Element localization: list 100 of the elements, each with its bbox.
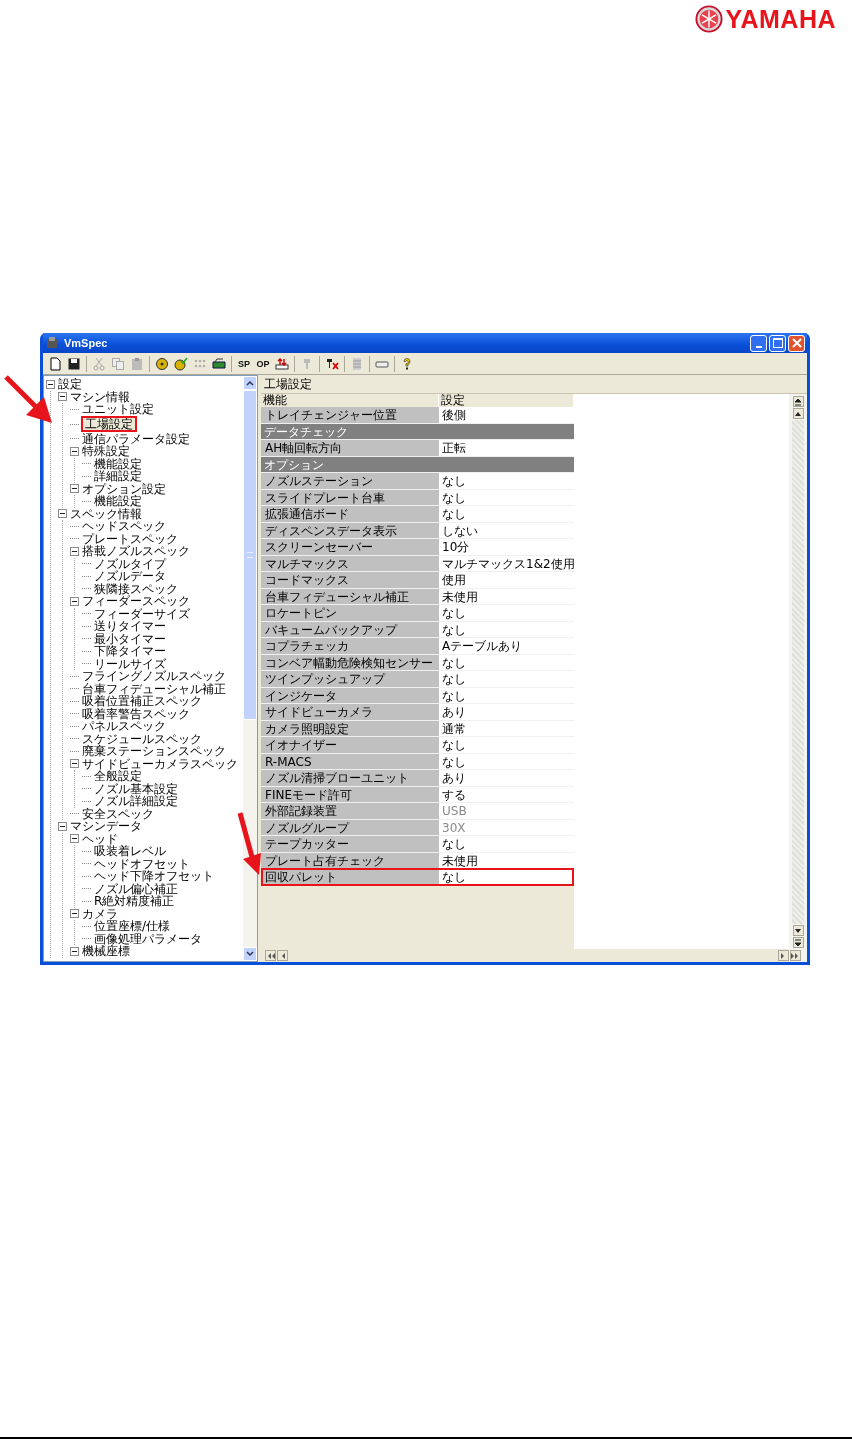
tree-item[interactable]: 機能設定 [93, 495, 143, 508]
tree-item[interactable]: 機能設定 [93, 457, 143, 470]
setting-name: AH軸回転方向 [261, 440, 439, 456]
tree-item[interactable]: 搭載ノズルスペック [81, 545, 191, 558]
setting-value[interactable]: Aテーブルあり [439, 638, 574, 654]
tree-item[interactable]: フライングノズルスペック [81, 670, 227, 683]
collapse-icon[interactable] [70, 484, 79, 494]
tree-item[interactable]: 画像処理パラメータ [93, 932, 203, 945]
tree-item[interactable]: 位置座標/仕様 [93, 920, 172, 933]
setting-value[interactable]: 正転 [439, 440, 574, 456]
tree-item[interactable]: 最小タイマー [93, 632, 167, 645]
tree-item[interactable]: 詳細設定 [93, 470, 143, 483]
scroll-down-icon[interactable] [792, 925, 804, 936]
tree-item[interactable]: スケジュールスペック [81, 732, 203, 745]
app-icon [45, 336, 59, 350]
collapse-icon[interactable] [70, 546, 79, 556]
maximize-button[interactable] [769, 334, 786, 352]
pointer-arrow [237, 811, 263, 877]
tree-item[interactable]: R絶対精度補正 [93, 895, 176, 908]
tree-item[interactable]: フィーダーサイズ [93, 607, 191, 620]
toolbar-button[interactable]: SP [235, 354, 253, 373]
collapse-icon[interactable] [70, 834, 79, 844]
tree-item[interactable]: 狭隣接スペック [93, 582, 179, 595]
setting-value[interactable]: なし [439, 737, 574, 753]
tree-item[interactable]: 送りタイマー [93, 620, 167, 633]
tree-item[interactable]: リールサイズ [93, 657, 167, 670]
setting-value[interactable]: なし [439, 836, 574, 852]
tree-item[interactable]: ノズル偏心補正 [93, 882, 179, 895]
scrollbar[interactable] [792, 420, 804, 924]
setting-name: イオナイザー [261, 737, 439, 753]
tree-item[interactable]: ノズル詳細設定 [93, 795, 179, 808]
scroll-thumb[interactable] [243, 390, 257, 720]
tree-item[interactable]: オプション設定 [81, 482, 167, 495]
setting-value[interactable]: 使用 [439, 572, 574, 588]
tree-item[interactable]: フィーダースペック [81, 595, 191, 608]
setting-name: サイドビューカメラ [261, 704, 439, 720]
tree-item[interactable]: 台車フィデューシャル補正 [81, 682, 227, 695]
tree-item[interactable]: 設定 [57, 378, 83, 391]
collapse-icon[interactable] [70, 759, 79, 769]
tree-item[interactable]: マシン情報 [69, 390, 131, 403]
scroll-up-icon[interactable] [792, 408, 804, 419]
setting-name: 外部記録装置 [261, 803, 439, 819]
tree-item[interactable]: 全般設定 [93, 770, 143, 783]
setting-value[interactable]: なし [439, 605, 574, 621]
collapse-icon[interactable] [70, 946, 79, 956]
tree-item[interactable]: 機械座標 [81, 945, 131, 958]
tree-item[interactable]: 吸着位置補正スペック [81, 695, 203, 708]
setting-value[interactable]: なし [439, 506, 574, 522]
collapse-icon[interactable] [70, 446, 79, 456]
scroll-right-icon[interactable] [777, 950, 789, 961]
scroll-bottom-icon[interactable] [792, 937, 804, 948]
tree-item[interactable]: ノズルタイプ [93, 557, 167, 570]
collapse-icon[interactable] [70, 596, 79, 606]
brand-logo: YAMAHA [725, 4, 836, 34]
close-button[interactable] [788, 334, 805, 352]
tree-item[interactable]: スペック情報 [69, 507, 143, 520]
tree-item[interactable]: ユニット設定 [81, 403, 155, 416]
setting-name: コプラチェッカ [261, 638, 439, 654]
window-title: VmSpec [64, 337, 108, 349]
tree-item[interactable]: パネルスペック [81, 720, 167, 733]
setting-name: スクリーンセーバー [261, 539, 439, 555]
tree-item[interactable]: 廃棄ステーションスペック [81, 745, 227, 758]
scroll-last-icon[interactable] [789, 950, 801, 961]
toolbar-button[interactable]: OP [254, 354, 272, 373]
setting-name: ノズル清掃ブローユニット [261, 770, 439, 786]
pointer-arrow [4, 375, 54, 425]
setting-value[interactable]: あり [439, 704, 574, 720]
minimize-button[interactable] [750, 334, 767, 352]
collapse-icon[interactable] [70, 909, 79, 919]
tree-item[interactable]: ヘッドオフセット [93, 857, 191, 870]
setting-value[interactable]: 後側 [439, 407, 574, 423]
collapse-icon[interactable] [58, 821, 67, 831]
setting-value[interactable]: なし [439, 473, 574, 489]
setting-name: トレイチェンジャー位置 [261, 407, 439, 423]
setting-name: テープカッター [261, 836, 439, 852]
setting-value[interactable]: 10分 [439, 539, 574, 555]
tree-item[interactable]: サイドビューカメラスペック [81, 757, 239, 770]
tree-item[interactable]: ノズルデータ [93, 570, 167, 583]
tree-item[interactable]: ヘッドスペック [81, 520, 167, 533]
tree-item[interactable]: 安全スペック [81, 807, 155, 820]
setting-value[interactable]: なし [439, 671, 574, 687]
tree-item[interactable]: 吸装着レベル [93, 845, 167, 858]
tree-item[interactable]: 特殊設定 [81, 445, 131, 458]
tree-item[interactable]: カメラ [81, 907, 119, 920]
tree-item[interactable]: 下降タイマー [93, 645, 167, 658]
tree-item[interactable]: プレートスペック [81, 532, 179, 545]
tree-item[interactable]: ヘッド [81, 832, 119, 845]
tree-item[interactable]: ヘッド下降オフセット [93, 870, 215, 883]
collapse-icon[interactable] [46, 379, 55, 389]
collapse-icon[interactable] [58, 392, 67, 402]
collapse-icon[interactable] [58, 509, 67, 519]
tree-item[interactable]: 吸着率警告スペック [81, 707, 191, 720]
setting-value[interactable]: あり [439, 770, 574, 786]
scroll-left-icon[interactable] [277, 950, 288, 961]
scroll-top-icon[interactable] [792, 396, 804, 407]
scroll-first-icon[interactable] [265, 950, 276, 961]
tree-item[interactable]: ノズル基本設定 [93, 782, 179, 795]
tree-item[interactable]: マシンデータ [69, 820, 143, 833]
tree-item[interactable]: 通信パラメータ設定 [81, 432, 191, 445]
scrollbar[interactable] [243, 376, 257, 961]
